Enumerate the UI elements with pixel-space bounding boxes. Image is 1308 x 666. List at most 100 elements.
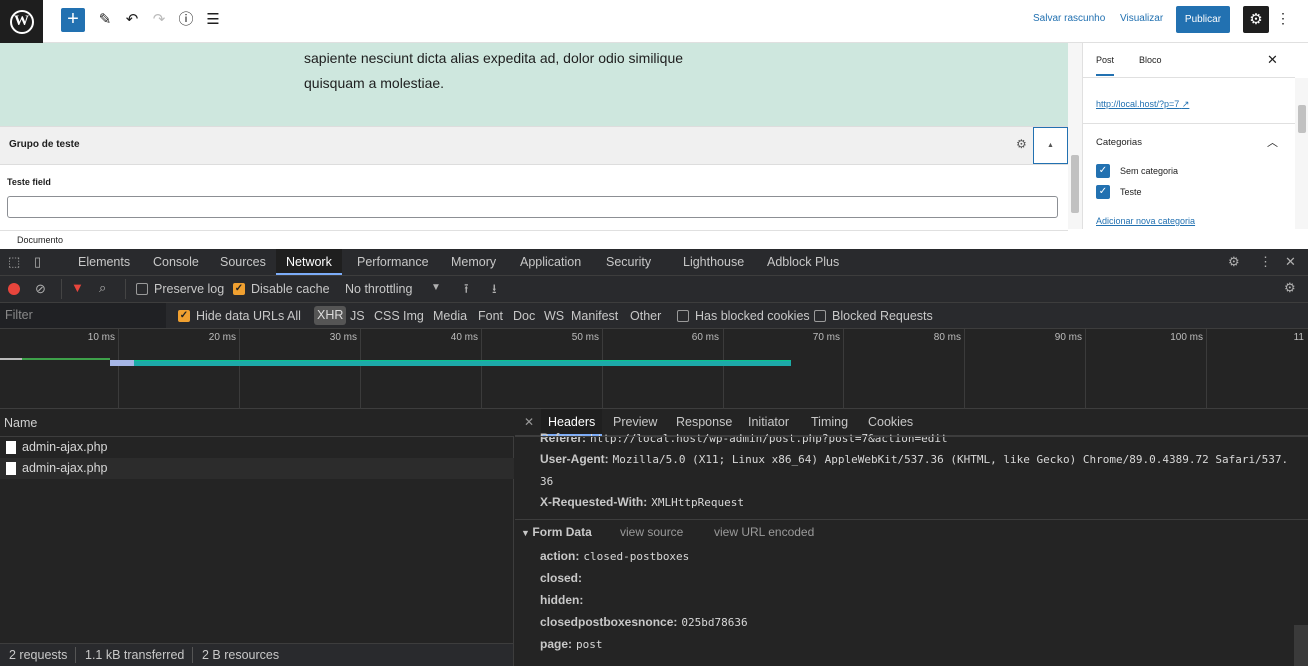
filter-bar: Filter ✓ Hide data URLs All XHR JS CSS I… [0, 303, 1308, 329]
wp-toolbar: W + ✎ ↶ ↷ ⓘ ☰ Salvar rascunho Visualizar… [0, 0, 1308, 43]
tab-performance[interactable]: Performance [347, 249, 439, 275]
has-blocked-cookies-checkbox[interactable] [677, 310, 689, 322]
throttling-select[interactable]: No throttling [345, 282, 412, 296]
request-list-header: Name [0, 409, 514, 437]
filter-type-img[interactable]: Img [403, 309, 424, 323]
clear-icon[interactable]: ⊘ [35, 281, 46, 297]
add-block-button[interactable]: + [61, 8, 85, 32]
redo-icon[interactable]: ↷ [150, 10, 168, 30]
details-scrollbar[interactable] [1294, 625, 1308, 666]
category-item[interactable]: ✓ Sem categoria [1096, 164, 1178, 178]
external-link-icon: ↗ [1181, 99, 1190, 109]
filter-icon[interactable]: ▼ [71, 280, 84, 295]
timeline-gridline [843, 329, 844, 409]
filter-type-doc[interactable]: Doc [513, 309, 535, 323]
device-toolbar-icon[interactable]: ▯ [34, 254, 41, 270]
breadcrumb-document[interactable]: Documento [17, 235, 63, 245]
export-har-icon[interactable]: ⭳ [492, 280, 497, 302]
metabox-toggle-button[interactable]: ▲ [1033, 127, 1068, 164]
permalink-link[interactable]: http://local.host/?p=7 ↗ [1096, 99, 1189, 110]
tab-sources[interactable]: Sources [210, 249, 276, 275]
categories-title[interactable]: Categorias [1096, 137, 1142, 148]
paragraph-line-2[interactable]: quisquam a molestiae. [304, 75, 444, 91]
tab-network[interactable]: Network [276, 249, 342, 275]
close-details-icon[interactable]: ✕ [524, 415, 534, 429]
view-source-link[interactable]: view source [620, 525, 683, 539]
tab-console[interactable]: Console [143, 249, 209, 275]
request-row[interactable]: admin-ajax.php [0, 437, 514, 458]
filter-type-other[interactable]: Other [630, 309, 661, 323]
filter-type-js[interactable]: JS [350, 309, 365, 323]
filter-input[interactable]: Filter [0, 303, 166, 328]
network-toolbar: ⊘ ▼ ⌕ Preserve log ✓ Disable cache No th… [0, 276, 1308, 303]
tab-elements[interactable]: Elements [68, 249, 140, 275]
name-column-header[interactable]: Name [4, 416, 37, 430]
form-field-key: hidden: [540, 593, 584, 607]
sidebar-scrollbar[interactable] [1295, 78, 1308, 229]
request-row[interactable]: admin-ajax.php [0, 458, 514, 479]
paragraph-line-1[interactable]: sapiente nesciunt dicta alias expedita a… [304, 50, 683, 66]
request-name: admin-ajax.php [22, 440, 108, 454]
chevron-up-icon[interactable]: ︿ [1267, 134, 1278, 150]
network-settings-gear-icon[interactable]: ⚙ [1284, 280, 1296, 296]
devtools-more-icon[interactable]: ⋮ [1259, 254, 1272, 270]
checkbox-checked-icon[interactable]: ✓ [1096, 164, 1110, 178]
import-har-icon[interactable]: ⭱ [464, 280, 469, 302]
disable-cache-checkbox[interactable]: ✓ [233, 283, 245, 295]
permalink-text: http://local.host/?p=7 [1096, 99, 1180, 109]
record-icon[interactable] [8, 283, 20, 295]
checkbox-checked-icon[interactable]: ✓ [1096, 185, 1110, 199]
editor-scrollbar[interactable] [1068, 43, 1082, 229]
save-draft-button[interactable]: Salvar rascunho [1033, 13, 1105, 24]
filter-type-ws[interactable]: WS [544, 309, 564, 323]
undo-icon[interactable]: ↶ [123, 10, 141, 30]
tab-block[interactable]: Bloco [1139, 55, 1162, 65]
preview-button[interactable]: Visualizar [1120, 13, 1163, 24]
tab-security[interactable]: Security [596, 249, 661, 275]
chevron-down-icon[interactable]: ▼ [431, 282, 441, 293]
editor-scrollbar-thumb[interactable] [1071, 155, 1079, 213]
tab-post[interactable]: Post [1096, 55, 1115, 76]
metabox-gear-icon[interactable]: ⚙ [1016, 137, 1027, 151]
hide-data-urls-checkbox[interactable]: ✓ [178, 310, 190, 322]
timeline-gridline [964, 329, 965, 409]
filter-type-media[interactable]: Media [433, 309, 467, 323]
view-url-encoded-link[interactable]: view URL encoded [714, 525, 814, 539]
filter-type-manifest[interactable]: Manifest [571, 309, 618, 323]
preserve-log-checkbox[interactable] [136, 283, 148, 295]
tab-memory[interactable]: Memory [441, 249, 506, 275]
category-item[interactable]: ✓ Teste [1096, 185, 1142, 199]
tab-lighthouse[interactable]: Lighthouse [673, 249, 754, 275]
tab-adblock-plus[interactable]: Adblock Plus [757, 249, 849, 275]
network-status-bar: 2 requests 1.1 kB transferred 2 B resour… [0, 643, 514, 666]
filter-type-xhr[interactable]: XHR [314, 306, 347, 325]
sidebar-scrollbar-thumb[interactable] [1298, 105, 1306, 133]
blocked-requests-checkbox[interactable] [814, 310, 826, 322]
publish-button[interactable]: Publicar [1176, 6, 1230, 33]
info-icon[interactable]: ⓘ [177, 10, 195, 30]
filter-type-all[interactable]: All [287, 309, 301, 323]
settings-gear-icon[interactable]: ⚙ [1243, 6, 1269, 33]
form-data-header[interactable]: ▼ Form Data [521, 525, 592, 539]
add-category-link[interactable]: Adicionar nova categoria [1096, 216, 1195, 226]
timeline-tick: 20 ms [208, 332, 236, 343]
pencil-icon[interactable]: ✎ [96, 10, 114, 30]
devtools-close-icon[interactable]: ✕ [1285, 254, 1296, 270]
devtools-settings-gear-icon[interactable]: ⚙ [1228, 254, 1240, 270]
inspect-element-icon[interactable]: ⬚ [8, 254, 20, 270]
filter-type-font[interactable]: Font [478, 309, 503, 323]
tab-application[interactable]: Application [510, 249, 591, 275]
toolbar-divider [125, 279, 126, 299]
more-options-icon[interactable]: ⋮ [1276, 10, 1290, 27]
header-value: XMLHttpRequest [651, 496, 744, 509]
status-divider [75, 647, 76, 663]
metabox-title: Grupo de teste [9, 139, 80, 150]
teste-field-input[interactable] [7, 196, 1058, 218]
header-row-x-requested-with: X-Requested-With: XMLHttpRequest [540, 495, 744, 509]
wordpress-logo-icon[interactable]: W [0, 0, 43, 43]
search-icon[interactable]: ⌕ [99, 280, 106, 296]
list-view-icon[interactable]: ☰ [204, 10, 222, 30]
close-icon[interactable]: ✕ [1267, 52, 1278, 68]
filter-type-css[interactable]: CSS [374, 309, 400, 323]
network-timeline-overview[interactable]: 10 ms 20 ms 30 ms 40 ms 50 ms 60 ms 70 m… [0, 329, 1308, 409]
